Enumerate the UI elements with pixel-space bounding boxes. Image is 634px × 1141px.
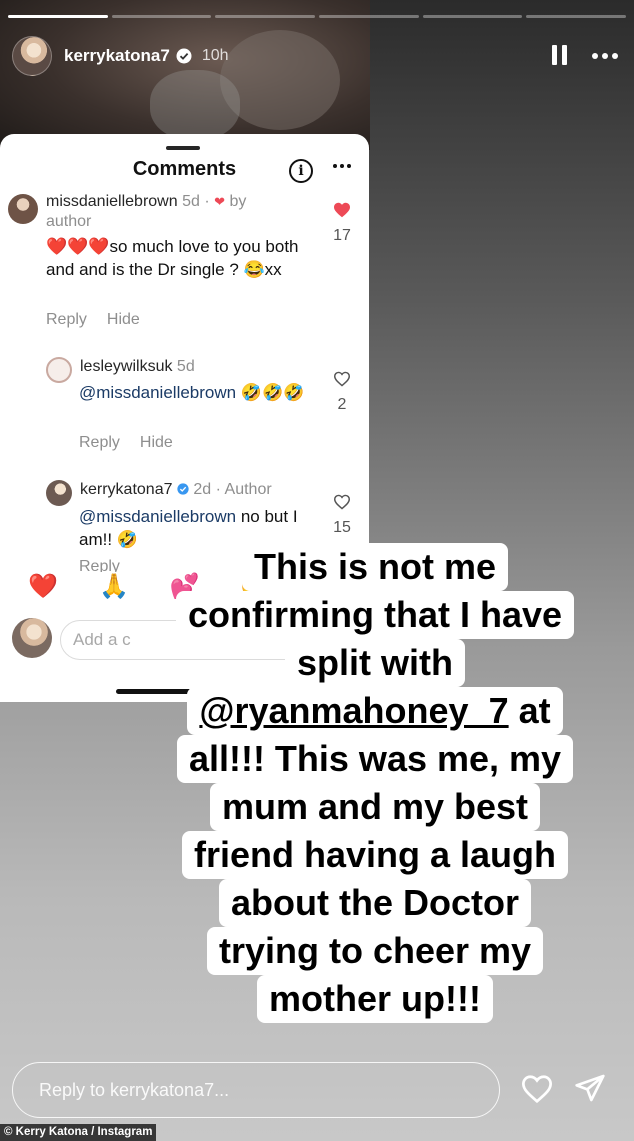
heart-outline-icon[interactable] [333,494,351,510]
comment-actions: Reply Hide [46,311,140,329]
photo-shape [150,70,240,140]
overlay-mention-link[interactable]: @ryanmahoney_7 [199,690,508,731]
send-icon[interactable] [573,1072,607,1104]
verified-badge-icon [176,48,192,64]
my-avatar [12,618,52,658]
progress-segment [111,15,212,18]
pause-icon[interactable] [552,45,570,67]
reply-button[interactable]: Reply [46,311,87,329]
story-avatar[interactable] [12,36,52,76]
comment-meta: 2d · Author [193,481,272,498]
emoji-reaction-heart[interactable]: ❤️ [28,572,58,601]
heart-filled-icon[interactable] [333,202,351,218]
comment-meta: 5d [176,358,195,375]
story-progress-bar [8,15,627,18]
verified-badge-icon [177,483,189,495]
comment-like: 17 [327,202,357,245]
comment-meta: 5d · [182,193,215,210]
info-icon[interactable]: i [289,159,313,183]
comment-username: kerrykatona7 2d · Author [80,481,272,499]
progress-segment [215,15,316,18]
overlay-line: about the Doctor [219,879,531,927]
comment-username-link[interactable]: lesleywilksuk [80,358,172,375]
comment-like: 15 [327,494,357,537]
overlay-line: split with [285,639,465,687]
progress-segment [422,15,523,18]
like-story-heart-icon[interactable] [520,1074,554,1104]
comment-username-link[interactable]: missdaniellebrown [46,193,178,210]
sheet-drag-handle[interactable] [166,146,200,150]
story-time: 10h [201,47,229,64]
commenter-avatar[interactable] [46,357,72,383]
image-credit-caption: © Kerry Katona / Instagram [0,1124,157,1141]
progress-segment [526,15,627,18]
heart-outline-icon[interactable] [333,371,351,387]
story-text-overlay: This is not me confirming that I have sp… [130,543,620,1023]
like-count: 15 [333,519,351,536]
overlay-line: mum and my best [209,783,541,831]
sheet-title: Comments [132,158,237,180]
overlay-line-rest: at [508,690,551,731]
mention-link[interactable]: @missdaniellebrown [79,383,236,402]
overlay-line: @ryanmahoney_7 at [187,687,563,735]
comment-meta-by: by [229,193,247,210]
comment-text: ❤️❤️❤️so much love to you both and and i… [46,237,299,279]
overlay-line: mother up!!! [257,975,493,1023]
commenter-avatar[interactable] [8,194,38,224]
reply-button[interactable]: Reply [79,434,120,452]
overlay-line: confirming that I have [175,591,575,639]
comment-username-link[interactable]: kerrykatona7 [80,481,173,498]
overlay-line: all!!! This was me, my [176,735,574,783]
story-header: kerrykatona7 10h [12,34,618,78]
like-count: 17 [333,227,351,244]
progress-segment [8,15,108,18]
more-options-icon[interactable] [333,164,351,168]
mention-link[interactable]: @missdaniellebrown [79,507,236,526]
overlay-line: friend having a laugh [181,831,569,879]
comment-username: lesleywilksuk 5d [80,358,195,376]
comment-meta-author: author [46,213,92,230]
story-username[interactable]: kerrykatona7 [64,46,170,66]
comment-text: @missdaniellebrown 🤣🤣🤣 [79,381,319,404]
comment-like: 2 [327,371,357,414]
comment-text-body: 🤣🤣🤣 [236,383,305,402]
overlay-line: trying to cheer my [206,927,544,975]
hide-button[interactable]: Hide [140,434,173,452]
liked-by-author-heart-icon: ❤ [214,194,225,209]
comment-actions: Reply Hide [79,434,173,452]
more-options-icon[interactable] [592,53,618,59]
overlay-line: This is not me [241,543,509,591]
emoji-reaction-pray[interactable]: 🙏 [99,572,129,601]
comment-username: missdaniellebrown 5d · ❤ by author [46,192,286,232]
like-count: 2 [337,396,347,413]
reply-input[interactable]: Reply to kerrykatona7... [12,1062,500,1118]
hide-button[interactable]: Hide [107,311,140,329]
commenter-avatar[interactable] [46,480,72,506]
progress-segment [319,15,419,18]
